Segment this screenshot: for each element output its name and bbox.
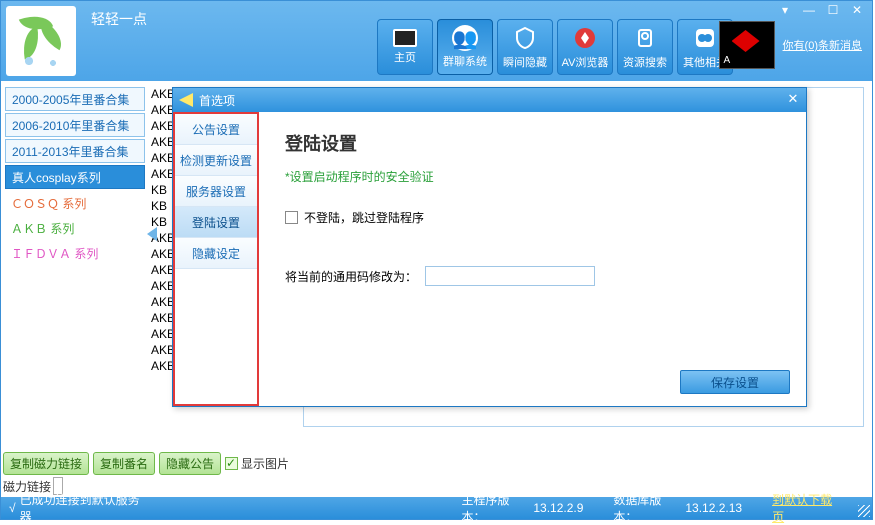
- save-settings-button[interactable]: 保存设置: [680, 370, 790, 394]
- toolbar-resource-search[interactable]: 资源搜索: [617, 19, 673, 75]
- window-controls: ▾ — ☐ ✕: [774, 3, 868, 19]
- default-download-link[interactable]: 到默认下载页: [772, 491, 844, 525]
- av-icon: [571, 24, 599, 52]
- search-icon: [631, 24, 659, 52]
- back-arrow-icon[interactable]: [179, 93, 193, 107]
- passcode-row: 将当前的通用码修改为：: [285, 266, 780, 286]
- monitor-icon: [393, 29, 417, 47]
- toolbar-av-browser[interactable]: AV浏览器: [557, 19, 613, 75]
- nav-hide-settings[interactable]: 隐藏设定: [175, 238, 257, 269]
- toolbar-label: 群聊系统: [443, 53, 487, 69]
- skip-login-row[interactable]: 不登陆，跳过登陆程序: [285, 209, 780, 226]
- main-version-label: 主程序版本：: [461, 491, 533, 525]
- main-window: 轻轻一点 主页 👥 群聊系统 瞬间隐藏 AV浏览器 资源搜索: [0, 0, 873, 520]
- preferences-dialog: 首选项 ✕ 公告设置 检测更新设置 服务器设置 登陆设置 隐藏设定 登陆设置 设…: [172, 87, 807, 407]
- db-version-label: 数据库版本：: [613, 491, 685, 525]
- toolbar-home[interactable]: 主页: [377, 19, 433, 75]
- main-toolbar: 主页 👥 群聊系统 瞬间隐藏 AV浏览器 资源搜索 其他相关: [377, 19, 733, 81]
- sidebar-sub-cosq[interactable]: ＣＯＳＱ 系列: [5, 191, 145, 216]
- content-heading: 登陆设置: [285, 130, 780, 156]
- content-note: 设置启动程序时的安全验证: [285, 168, 780, 185]
- dialog-footer: 保存设置: [680, 370, 790, 394]
- copy-magnet-button[interactable]: 复制磁力链接: [3, 452, 89, 475]
- dialog-content: 登陆设置 设置启动程序时的安全验证 不登陆，跳过登陆程序 将当前的通用码修改为：…: [259, 112, 806, 406]
- dialog-close-button[interactable]: ✕: [784, 91, 802, 107]
- toolbar-instant-hide[interactable]: 瞬间隐藏: [497, 19, 553, 75]
- bottom-buttons: 复制磁力链接 复制番名 隐藏公告 显示图片: [3, 452, 289, 475]
- main-version: 13.12.2.9: [533, 501, 583, 515]
- app-logo: [6, 6, 76, 76]
- dialog-nav: 公告设置 检测更新设置 服务器设置 登陆设置 隐藏设定: [173, 112, 259, 406]
- window-minimize[interactable]: —: [798, 3, 820, 19]
- toolbar-label: 主页: [394, 49, 416, 65]
- checkbox-checked-icon[interactable]: [225, 457, 238, 470]
- window-close[interactable]: ✕: [846, 3, 868, 19]
- dialog-body: 公告设置 检测更新设置 服务器设置 登陆设置 隐藏设定 登陆设置 设置启动程序时…: [173, 112, 806, 406]
- sidebar-item-2011-2013[interactable]: 2011-2013年里番合集: [5, 139, 145, 163]
- window-maximize[interactable]: ☐: [822, 3, 844, 19]
- passcode-label: 将当前的通用码修改为：: [285, 268, 417, 285]
- dialog-titlebar: 首选项 ✕: [173, 88, 806, 112]
- db-version: 13.12.2.13: [685, 501, 742, 515]
- other-icon: [691, 24, 719, 52]
- sidebar-item-cosplay[interactable]: 真人cosplay系列: [5, 165, 145, 189]
- group-icon: 👥: [452, 25, 478, 51]
- show-image-label: 显示图片: [241, 455, 289, 472]
- nav-notice-settings[interactable]: 公告设置: [175, 114, 257, 145]
- nav-update-settings[interactable]: 检测更新设置: [175, 145, 257, 176]
- header-right: 你有(0)条新消息: [719, 21, 862, 69]
- ad-image[interactable]: [719, 21, 775, 69]
- nav-login-settings[interactable]: 登陆设置: [175, 207, 257, 238]
- skip-login-checkbox[interactable]: [285, 211, 298, 224]
- sidebar: 2000-2005年里番合集 2006-2010年里番合集 2011-2013年…: [5, 87, 145, 266]
- copy-name-button[interactable]: 复制番名: [93, 452, 155, 475]
- status-bar: √ 已成功连接到默认服务器 主程序版本： 13.12.2.9 数据库版本： 13…: [1, 497, 872, 519]
- toolbar-label: 瞬间隐藏: [503, 54, 547, 70]
- new-messages-link[interactable]: 你有(0)条新消息: [783, 37, 862, 53]
- hide-notice-button[interactable]: 隐藏公告: [159, 452, 221, 475]
- window-dropdown[interactable]: ▾: [774, 3, 796, 19]
- toolbar-label: 资源搜索: [623, 54, 667, 70]
- app-title: 轻轻一点: [81, 1, 157, 81]
- nav-server-settings[interactable]: 服务器设置: [175, 176, 257, 207]
- sidebar-sub-ifdva[interactable]: ＩＦＤＶＡ 系列: [5, 241, 145, 266]
- toolbar-label: AV浏览器: [562, 54, 609, 70]
- titlebar: 轻轻一点 主页 👥 群聊系统 瞬间隐藏 AV浏览器 资源搜索: [1, 1, 872, 81]
- sidebar-item-2006-2010[interactable]: 2006-2010年里番合集: [5, 113, 145, 137]
- dialog-title: 首选项: [199, 92, 235, 109]
- resize-grip-icon[interactable]: [858, 505, 870, 517]
- skip-login-label: 不登陆，跳过登陆程序: [304, 209, 424, 226]
- sidebar-item-2000-2005[interactable]: 2000-2005年里番合集: [5, 87, 145, 111]
- shield-icon: [511, 24, 539, 52]
- passcode-input[interactable]: [425, 266, 595, 286]
- check-icon: √: [9, 501, 16, 515]
- show-image-checkbox-wrap[interactable]: 显示图片: [225, 455, 289, 472]
- toolbar-group-chat[interactable]: 👥 群聊系统: [437, 19, 493, 75]
- sidebar-sub-akb[interactable]: ＡＫＢ 系列: [5, 216, 145, 241]
- status-connected: 已成功连接到默认服务器: [20, 491, 152, 525]
